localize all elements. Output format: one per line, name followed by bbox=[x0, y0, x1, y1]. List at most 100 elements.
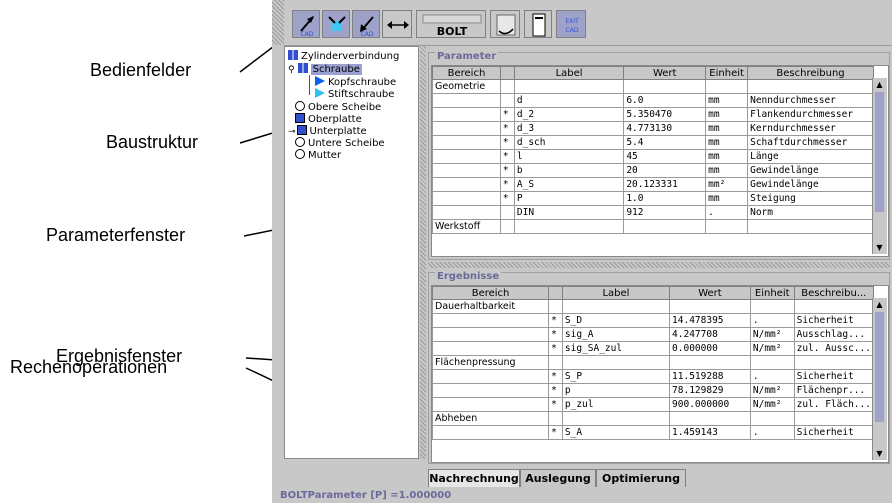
tree-item[interactable]: Zylinderverbindung bbox=[288, 50, 399, 62]
table-cell[interactable]: 0.000000 bbox=[669, 341, 751, 356]
column-header[interactable] bbox=[499, 66, 515, 80]
tree-item[interactable]: Obere Scheibe bbox=[295, 101, 381, 113]
table-cell[interactable] bbox=[793, 411, 875, 426]
column-header[interactable]: Einheit bbox=[705, 66, 749, 80]
table-cell[interactable]: 11.519288 bbox=[669, 369, 751, 384]
table-cell[interactable] bbox=[432, 177, 501, 192]
table-cell[interactable]: d_sch bbox=[513, 135, 625, 150]
tree-item[interactable]: Kopfschraube bbox=[315, 76, 396, 88]
table-cell[interactable]: sig_A bbox=[561, 327, 671, 342]
vertical-splitter[interactable] bbox=[420, 46, 426, 459]
table-cell[interactable]: Gewindelänge bbox=[747, 177, 874, 192]
table-cell[interactable]: 4.247708 bbox=[669, 327, 751, 342]
table-cell[interactable] bbox=[561, 299, 671, 314]
table-cell[interactable] bbox=[513, 79, 625, 94]
tab-nachrechnung[interactable]: Nachrechnung bbox=[428, 469, 520, 487]
table-cell[interactable] bbox=[431, 383, 550, 398]
table-cell[interactable]: * bbox=[499, 163, 515, 178]
table-cell[interactable] bbox=[499, 79, 515, 94]
scroll-down-icon[interactable]: ▼ bbox=[874, 448, 885, 459]
scroll-down-icon[interactable]: ▼ bbox=[874, 242, 885, 253]
table-cell[interactable]: sig_SA_zul bbox=[561, 341, 671, 356]
table-cell[interactable]: 900.000000 bbox=[669, 397, 751, 412]
column-header[interactable]: Einheit bbox=[749, 286, 795, 300]
table-cell[interactable] bbox=[499, 205, 515, 220]
table-cell[interactable]: Länge bbox=[747, 149, 874, 164]
table-cell[interactable]: * bbox=[499, 135, 515, 150]
table-cell[interactable] bbox=[623, 219, 707, 234]
table-cell[interactable]: * bbox=[548, 327, 563, 342]
table-cell[interactable]: Gewindelänge bbox=[747, 163, 874, 178]
table-cell[interactable] bbox=[669, 299, 751, 314]
table-cell[interactable]: d bbox=[513, 93, 625, 108]
table-cell[interactable]: Steigung bbox=[747, 191, 874, 206]
table-cell[interactable] bbox=[749, 411, 795, 426]
table-cell[interactable] bbox=[793, 299, 875, 314]
table-cell[interactable]: 20 bbox=[623, 163, 707, 178]
table-cell[interactable] bbox=[747, 219, 874, 234]
table-cell[interactable] bbox=[432, 149, 501, 164]
scroll-thumb[interactable] bbox=[875, 92, 884, 212]
table-cell[interactable]: Norm bbox=[747, 205, 874, 220]
table-cell[interactable] bbox=[499, 93, 515, 108]
table-cell[interactable] bbox=[432, 107, 501, 122]
scroll-thumb[interactable] bbox=[875, 312, 884, 422]
table-cell[interactable] bbox=[793, 355, 875, 370]
table-cell[interactable]: 1.0 bbox=[623, 191, 707, 206]
cad-arrow-button[interactable]: CAD bbox=[292, 10, 320, 38]
table-cell[interactable]: * bbox=[548, 313, 563, 328]
parameter-row[interactable]: d 6.0 mm Nenndurchmesser bbox=[432, 93, 874, 108]
results-scrollbar[interactable]: ▲ ▼ bbox=[872, 298, 887, 460]
table-cell[interactable]: N/mm² bbox=[749, 341, 795, 356]
table-cell[interactable]: b bbox=[513, 163, 625, 178]
table-cell[interactable]: P bbox=[513, 191, 625, 206]
table-cell[interactable]: mm bbox=[705, 163, 749, 178]
tree-item[interactable]: Untere Scheibe bbox=[295, 137, 385, 149]
table-cell[interactable]: * bbox=[548, 383, 563, 398]
table-cell[interactable] bbox=[749, 355, 795, 370]
table-cell[interactable]: Dauerhaltbarkeit bbox=[431, 299, 550, 314]
table-cell[interactable]: . bbox=[749, 425, 795, 440]
convert-icon[interactable] bbox=[490, 10, 520, 38]
table-cell[interactable] bbox=[431, 313, 550, 328]
table-cell[interactable]: * bbox=[548, 397, 563, 412]
table-cell[interactable] bbox=[561, 411, 671, 426]
result-row[interactable]: * S_P 11.519288. Sicherheit bbox=[431, 369, 875, 384]
table-cell[interactable] bbox=[431, 369, 550, 384]
toolbar-grip[interactable] bbox=[272, 0, 284, 45]
table-cell[interactable] bbox=[431, 397, 550, 412]
table-cell[interactable] bbox=[548, 299, 563, 314]
table-cell[interactable]: Flankendurchmesser bbox=[747, 107, 874, 122]
table-cell[interactable]: 912 bbox=[623, 205, 707, 220]
table-cell[interactable]: * bbox=[548, 341, 563, 356]
table-cell[interactable]: 4.773130 bbox=[623, 121, 707, 136]
exit-icon[interactable]: EXIT CAD bbox=[556, 10, 586, 38]
result-row[interactable]: * S_A 1.459143. Sicherheit bbox=[431, 425, 875, 440]
table-cell[interactable]: 5.4 bbox=[623, 135, 707, 150]
cad-return-button[interactable]: CAD bbox=[352, 10, 380, 38]
document-icon[interactable] bbox=[524, 10, 552, 38]
table-cell[interactable]: p_zul bbox=[561, 397, 671, 412]
table-cell[interactable]: * bbox=[548, 425, 563, 440]
column-header[interactable] bbox=[548, 286, 563, 300]
table-cell[interactable]: mm² bbox=[705, 177, 749, 192]
table-cell[interactable] bbox=[432, 121, 501, 136]
table-cell[interactable]: Geometrie bbox=[432, 79, 501, 94]
column-header[interactable]: Label bbox=[513, 66, 625, 80]
tab-auslegung[interactable]: Auslegung bbox=[520, 469, 596, 487]
table-cell[interactable]: 20.123331 bbox=[623, 177, 707, 192]
table-cell[interactable] bbox=[548, 355, 563, 370]
table-cell[interactable] bbox=[669, 355, 751, 370]
table-cell[interactable]: * bbox=[499, 177, 515, 192]
table-cell[interactable] bbox=[432, 163, 501, 178]
table-cell[interactable]: Sicherheit bbox=[793, 313, 875, 328]
table-cell[interactable]: 14.478395 bbox=[669, 313, 751, 328]
table-cell[interactable]: Kerndurchmesser bbox=[747, 121, 874, 136]
column-header[interactable]: Bereich bbox=[431, 286, 550, 300]
table-cell[interactable]: 5.350470 bbox=[623, 107, 707, 122]
table-cell[interactable]: Nenndurchmesser bbox=[747, 93, 874, 108]
result-row[interactable]: * p 78.129829 N/mm² Flächenpr... bbox=[431, 383, 875, 398]
table-cell[interactable]: 78.129829 bbox=[669, 383, 751, 398]
bolt-button[interactable]: BOLT bbox=[416, 10, 486, 38]
table-cell[interactable]: S_D bbox=[561, 313, 671, 328]
